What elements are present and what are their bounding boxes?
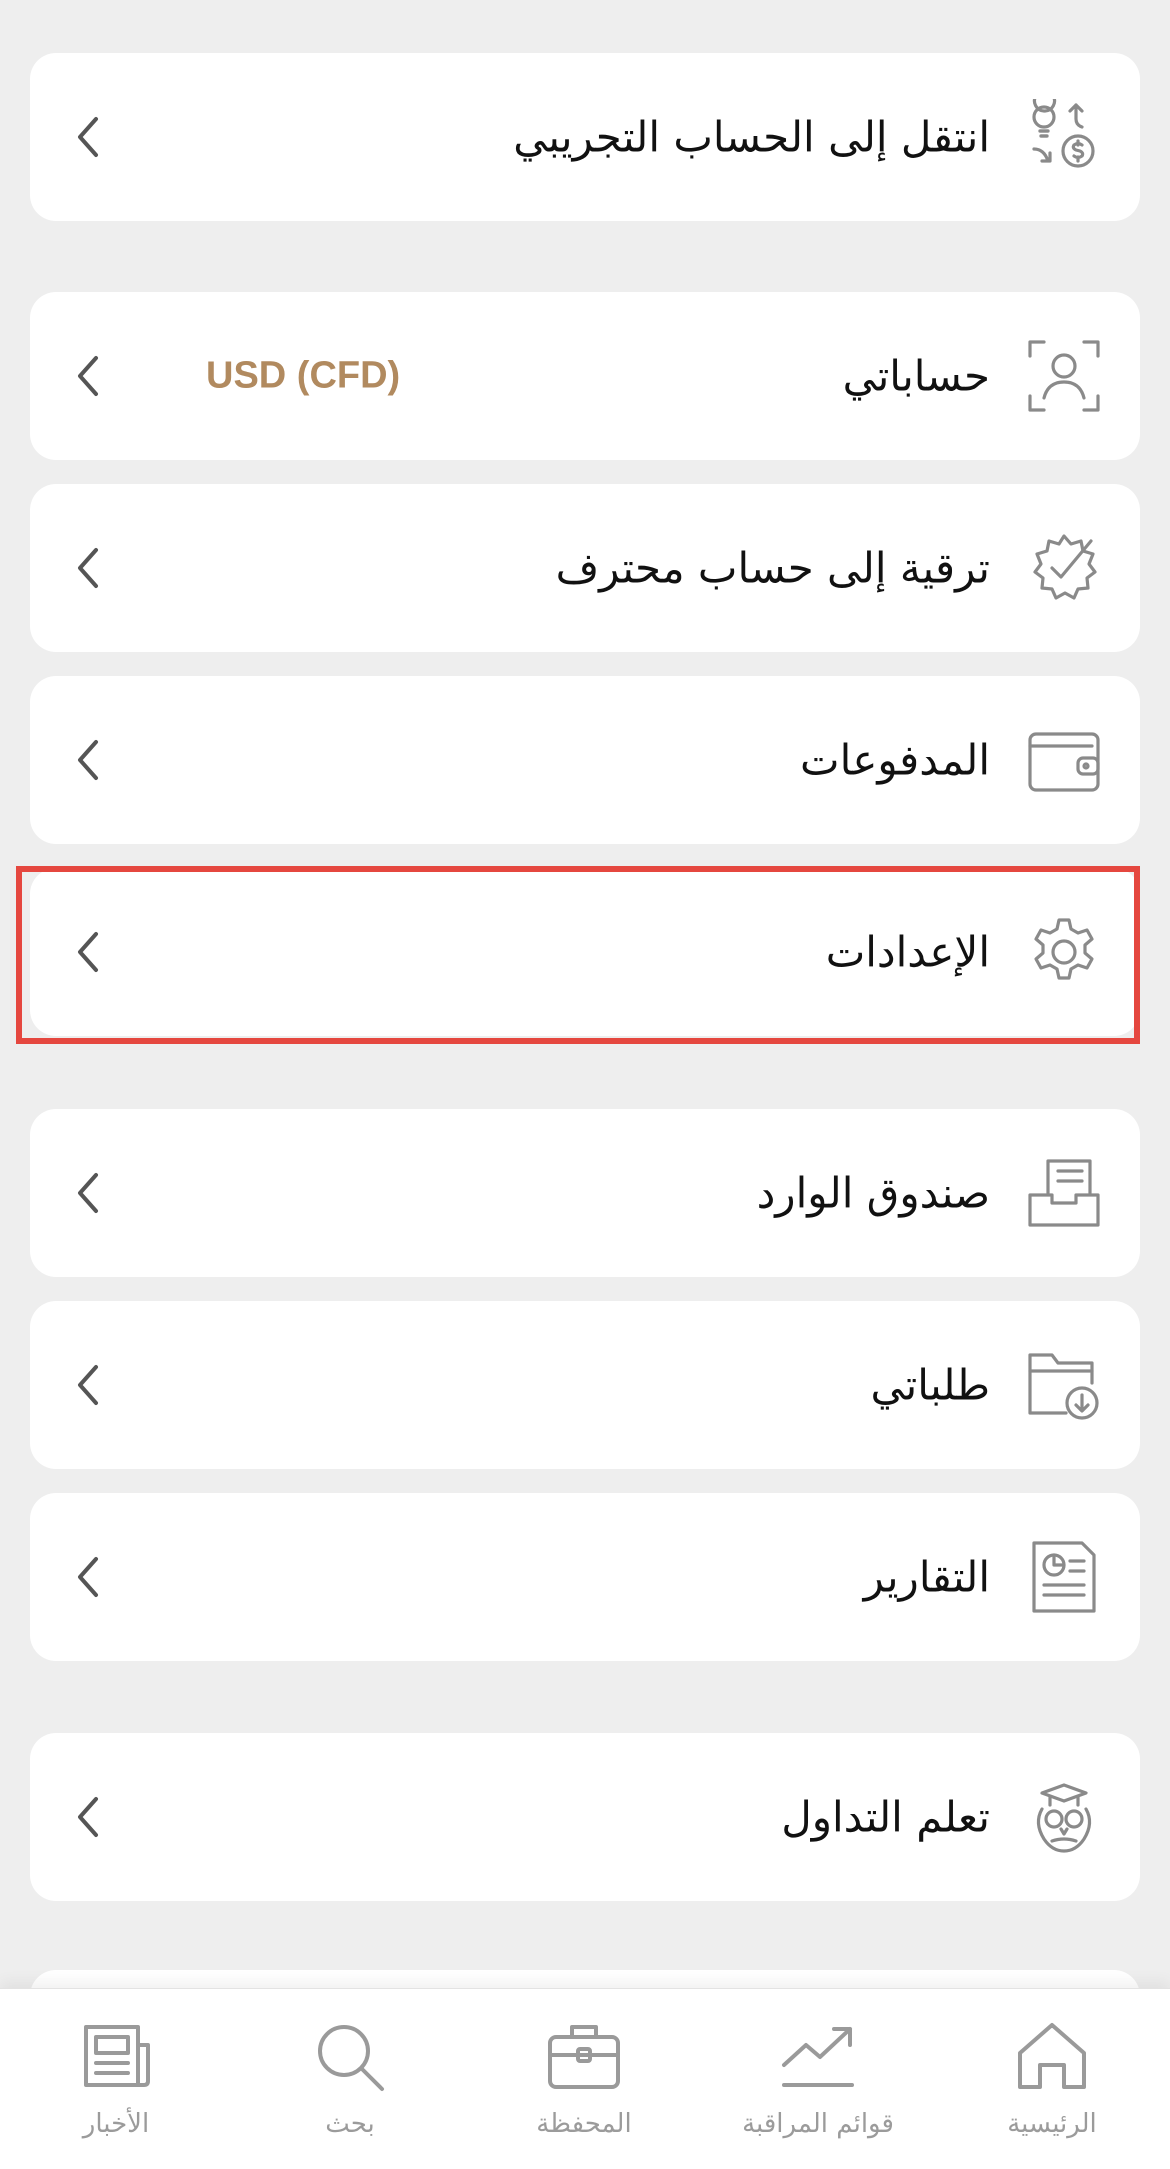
chevron-left-icon: [70, 734, 110, 786]
report-icon: [1026, 1539, 1102, 1615]
menu-item-learn-trading[interactable]: تعلم التداول: [30, 1733, 1140, 1901]
nav-label: الأخبار: [82, 2109, 150, 2139]
wallet-icon: [1026, 722, 1102, 798]
home-icon: [1010, 2015, 1094, 2099]
menu-item-reports[interactable]: التقارير: [30, 1493, 1140, 1661]
nav-label: قوائم المراقبة: [742, 2109, 894, 2139]
account-currency-value: USD (CFD): [206, 354, 401, 397]
lightbulb-dollar-icon: [1026, 99, 1102, 175]
menu-item-demo-account[interactable]: انتقل إلى الحساب التجريبي: [30, 53, 1140, 221]
menu-label: المدفوعات: [800, 735, 990, 785]
owl-icon: [1026, 1779, 1102, 1855]
chevron-left-icon: [70, 350, 110, 402]
menu-item-payments[interactable]: المدفوعات: [30, 676, 1140, 844]
chevron-left-icon: [70, 1167, 110, 1219]
chevron-left-icon: [70, 111, 110, 163]
menu-item-inbox[interactable]: صندوق الوارد: [30, 1109, 1140, 1277]
chevron-left-icon: [70, 1791, 110, 1843]
menu-label: الإعدادات: [825, 927, 990, 977]
bottom-navigation: الأخبار بحث المحفظة قوائم المراقبة الرئي…: [0, 1988, 1170, 2169]
menu-item-upgrade-pro[interactable]: ترقية إلى حساب محترف: [30, 484, 1140, 652]
nav-portfolio[interactable]: المحفظة: [494, 1989, 674, 2169]
nav-news[interactable]: الأخبار: [26, 1989, 206, 2169]
trend-icon: [776, 2015, 860, 2099]
user-scan-icon: [1026, 338, 1102, 414]
nav-search[interactable]: بحث: [260, 1989, 440, 2169]
menu-item-my-accounts[interactable]: حساباتي USD (CFD): [30, 292, 1140, 460]
briefcase-icon: [542, 2015, 626, 2099]
menu-label: حساباتي: [842, 351, 990, 401]
nav-watchlists[interactable]: قوائم المراقبة: [728, 1989, 908, 2169]
nav-label: بحث: [325, 2109, 375, 2139]
menu-label: التقارير: [863, 1552, 990, 1602]
nav-home[interactable]: الرئيسية: [962, 1989, 1142, 2169]
menu-label: ترقية إلى حساب محترف: [555, 543, 990, 593]
search-icon: [308, 2015, 392, 2099]
menu-item-orders[interactable]: طلباتي: [30, 1301, 1140, 1469]
badge-check-icon: [1026, 530, 1102, 606]
menu-label: تعلم التداول: [781, 1792, 990, 1842]
menu-label: طلباتي: [870, 1360, 991, 1410]
chevron-left-icon: [70, 1551, 110, 1603]
menu-label: انتقل إلى الحساب التجريبي: [513, 112, 990, 162]
newspaper-icon: [74, 2015, 158, 2099]
chevron-left-icon: [70, 542, 110, 594]
nav-label: الرئيسية: [1007, 2109, 1097, 2139]
menu-item-settings[interactable]: الإعدادات: [30, 868, 1140, 1036]
nav-label: المحفظة: [536, 2109, 632, 2139]
menu-label: صندوق الوارد: [756, 1168, 990, 1218]
inbox-icon: [1026, 1155, 1102, 1231]
chevron-left-icon: [70, 926, 110, 978]
gear-icon: [1026, 914, 1102, 990]
chevron-left-icon: [70, 1359, 110, 1411]
folder-download-icon: [1026, 1347, 1102, 1423]
